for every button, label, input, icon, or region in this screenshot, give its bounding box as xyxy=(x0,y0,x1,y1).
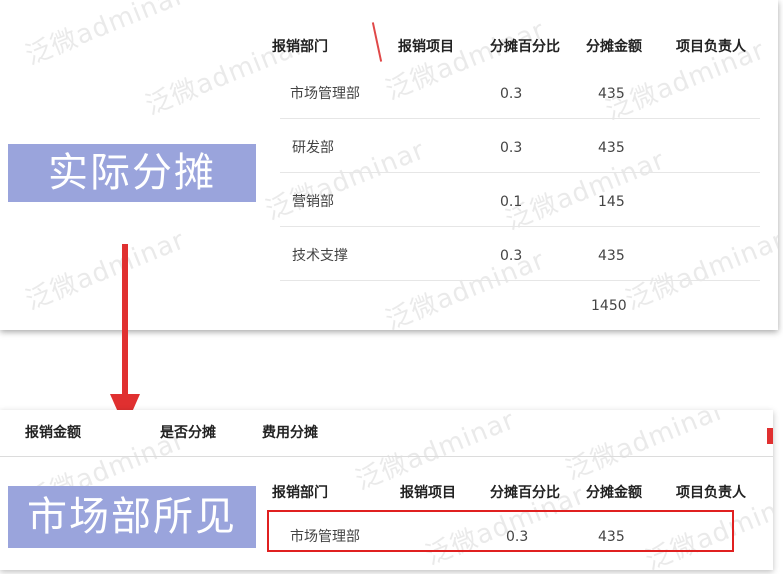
watermark: 泛微adminar xyxy=(621,225,778,317)
row-amount: 435 xyxy=(598,140,625,156)
column-header-amount: 分摊金额 xyxy=(586,39,642,55)
watermark: 泛微adminar xyxy=(561,410,730,487)
red-edge-marker xyxy=(767,428,773,444)
row-dept: 市场管理部 xyxy=(290,86,360,102)
row-amount: 435 xyxy=(598,86,625,102)
watermark: 泛微adminar xyxy=(381,15,550,107)
column-header-item: 报销项目 xyxy=(398,39,454,55)
row-percent: 0.3 xyxy=(500,86,523,102)
watermark: 泛微adminar xyxy=(21,225,190,317)
actual-allocation-label: 实际分摊 xyxy=(8,144,256,202)
tab-is-allocated[interactable]: 是否分摊 xyxy=(160,422,216,442)
watermark: 泛微adminar xyxy=(21,0,190,72)
row-amount: 435 xyxy=(598,248,625,264)
department-view-label: 市场部所见 xyxy=(8,486,256,548)
column-header-owner: 项目负责人 xyxy=(676,485,746,501)
tab-cost-allocation[interactable]: 费用分摊 xyxy=(262,422,318,442)
row-percent: 0.3 xyxy=(500,248,523,264)
row-percent: 0.3 xyxy=(500,140,523,156)
column-header-dept: 报销部门 xyxy=(272,39,328,55)
tab-reimbursement-amount[interactable]: 报销金额 xyxy=(25,422,81,442)
total-amount: 1450 xyxy=(591,298,627,314)
row-dept: 营销部 xyxy=(292,194,334,210)
row-divider xyxy=(280,280,760,281)
row-dept: 研发部 xyxy=(292,140,334,156)
red-mark xyxy=(371,22,383,62)
column-header-percent: 分摊百分比 xyxy=(490,485,560,501)
watermark: 泛微adminar xyxy=(381,245,550,330)
column-header-dept: 报销部门 xyxy=(272,485,328,501)
watermark: 泛微adminar xyxy=(261,135,430,227)
column-header-amount: 分摊金额 xyxy=(586,485,642,501)
tab-divider xyxy=(0,456,773,457)
column-header-percent: 分摊百分比 xyxy=(490,39,560,55)
row-percent: 0.1 xyxy=(500,194,523,210)
watermark: 泛微adminar xyxy=(501,145,670,237)
row-divider xyxy=(280,172,760,173)
row-divider xyxy=(280,118,760,119)
down-arrow-icon xyxy=(110,244,140,428)
row-amount: 145 xyxy=(598,194,625,210)
column-header-item: 报销项目 xyxy=(400,485,456,501)
highlighted-row-box xyxy=(267,510,734,552)
column-header-owner: 项目负责人 xyxy=(676,39,746,55)
row-dept: 技术支撑 xyxy=(292,248,348,264)
row-divider xyxy=(280,226,760,227)
